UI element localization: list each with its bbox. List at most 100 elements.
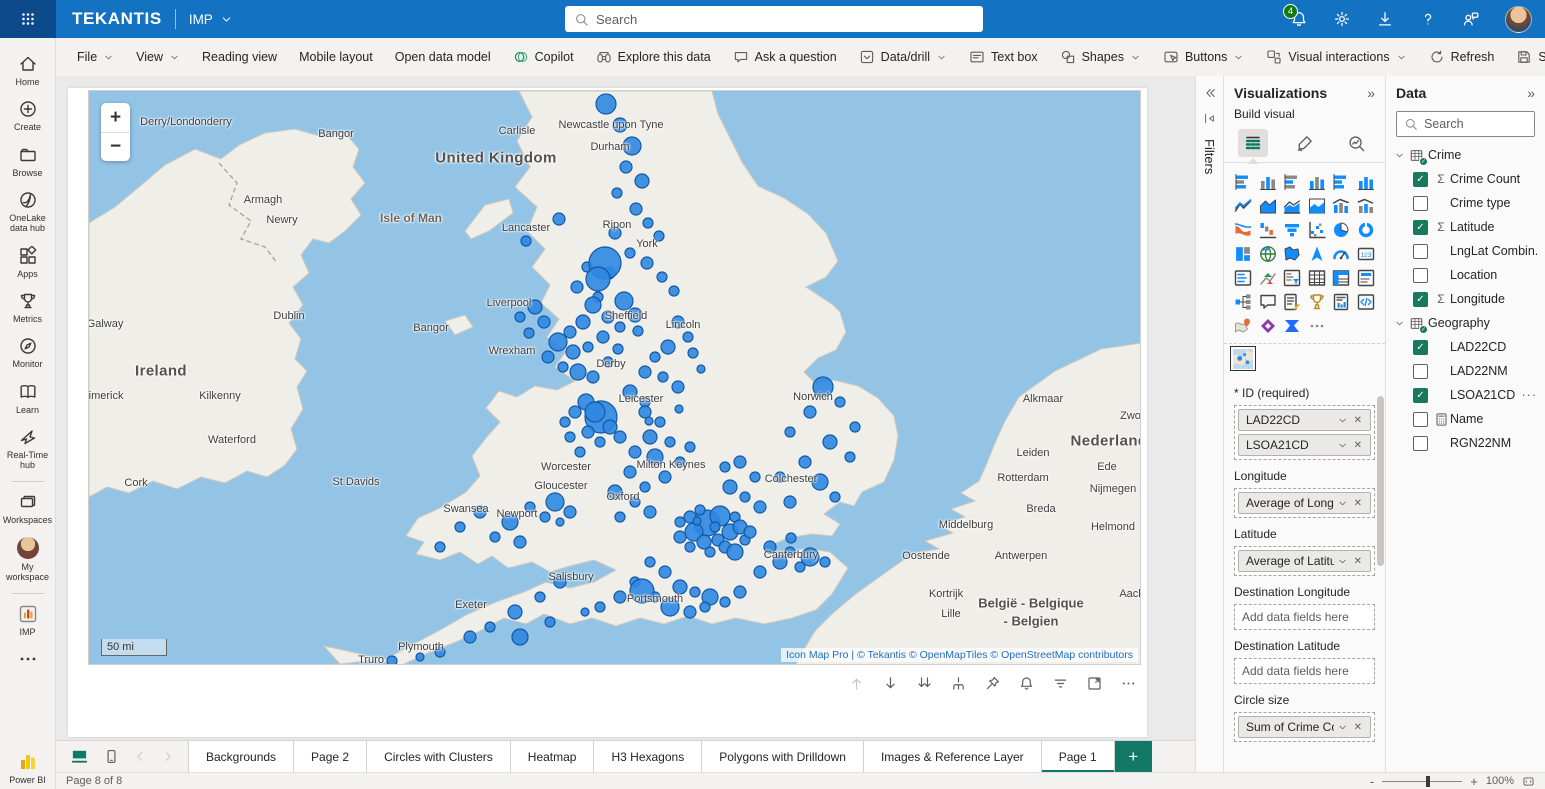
map-bubble[interactable] xyxy=(661,598,679,616)
field-pill[interactable]: Average of Longitude✕ xyxy=(1238,492,1371,514)
map-bubble[interactable] xyxy=(734,456,746,468)
menu-item-buttons[interactable]: Buttons xyxy=(1152,38,1255,76)
field-pill[interactable]: LSOA21CD✕ xyxy=(1238,434,1371,456)
menu-item-data-drill[interactable]: Data/drill xyxy=(848,38,958,76)
pie-chart-visual-icon[interactable] xyxy=(1330,219,1352,240)
field-pill[interactable]: Sum of Crime Count✕ xyxy=(1238,716,1371,738)
build-visual-tab[interactable] xyxy=(1238,129,1268,157)
sidebar-item-imp[interactable]: IMP xyxy=(0,598,55,643)
field-row-crime-count[interactable]: ✓ΣCrime Count xyxy=(1386,167,1545,191)
field-row-lad22cd[interactable]: ✓LAD22CD xyxy=(1386,335,1545,359)
scatter-chart-visual-icon[interactable] xyxy=(1306,219,1328,240)
pin-visual-icon[interactable] xyxy=(984,675,1001,692)
global-search-input[interactable]: Search xyxy=(565,6,983,32)
map-bubble[interactable] xyxy=(654,231,664,241)
menu-item-mobile-layout[interactable]: Mobile layout xyxy=(288,38,384,76)
expand-filters-icon[interactable] xyxy=(1203,86,1217,100)
map-bubble[interactable] xyxy=(750,472,760,482)
field-checkbox[interactable]: ✓ xyxy=(1413,292,1428,307)
zoom-out-button[interactable]: - xyxy=(1370,774,1374,789)
map-bubble[interactable] xyxy=(672,316,684,328)
map-bubble[interactable] xyxy=(720,462,730,472)
page-tab-backgrounds[interactable]: Backgrounds xyxy=(188,741,294,772)
treemap-visual-icon[interactable] xyxy=(1232,243,1254,264)
map-zoom-out-button[interactable]: − xyxy=(101,132,130,161)
map-bubble[interactable] xyxy=(723,480,737,494)
menu-item-open-data-model[interactable]: Open data model xyxy=(384,38,502,76)
field-checkbox[interactable]: ✓ xyxy=(1413,172,1428,187)
funnel-chart-visual-icon[interactable] xyxy=(1281,219,1303,240)
drill-up-icon[interactable] xyxy=(848,675,865,692)
ribbon-chart-visual-icon[interactable] xyxy=(1232,219,1254,240)
map-bubble[interactable] xyxy=(697,365,705,373)
power-automate-visual-icon[interactable] xyxy=(1281,315,1303,336)
zoom-slider-handle[interactable] xyxy=(1426,776,1430,787)
field-pill[interactable]: LAD22CD✕ xyxy=(1238,409,1371,431)
expand-all-icon[interactable] xyxy=(950,675,967,692)
map-bubble[interactable] xyxy=(554,576,566,588)
field-checkbox[interactable] xyxy=(1413,412,1428,427)
map-bubble[interactable] xyxy=(564,506,576,518)
map-bubble[interactable] xyxy=(585,402,605,422)
page-tab-h3-hexagons[interactable]: H3 Hexagons xyxy=(594,741,702,772)
map-bubble[interactable] xyxy=(657,272,667,282)
map-bubble[interactable] xyxy=(675,405,683,413)
map-bubble[interactable] xyxy=(595,437,605,447)
map-bubble[interactable] xyxy=(804,406,816,418)
notifications-icon[interactable]: 4 xyxy=(1290,10,1308,28)
map-bubble[interactable] xyxy=(558,362,568,372)
stacked-column-chart-visual-icon[interactable] xyxy=(1257,171,1279,192)
desktop-view-icon[interactable] xyxy=(70,747,89,766)
line-and-stacked-column-chart-visual-icon[interactable] xyxy=(1330,195,1352,216)
field-row-rgn22nm[interactable]: RGN22NM xyxy=(1386,431,1545,455)
table-row-geography[interactable]: ✓Geography xyxy=(1386,311,1545,335)
map-bubble[interactable] xyxy=(614,431,626,443)
filter-icon[interactable] xyxy=(1052,675,1069,692)
decomposition-tree-visual-icon[interactable] xyxy=(1232,291,1254,312)
map-bubble[interactable] xyxy=(525,502,535,512)
map-bubble[interactable] xyxy=(647,449,663,465)
map-bubble[interactable] xyxy=(673,580,687,594)
map-bubble[interactable] xyxy=(764,541,776,553)
field-row-latitude[interactable]: ✓ΣLatitude xyxy=(1386,215,1545,239)
chevron-down-icon[interactable] xyxy=(1394,150,1405,161)
kpi-visual-icon[interactable] xyxy=(1257,267,1279,288)
table-row-crime[interactable]: ✓Crime xyxy=(1386,143,1545,167)
map-bubble[interactable] xyxy=(630,497,640,507)
map-bubble[interactable] xyxy=(639,366,651,378)
map-bubble[interactable] xyxy=(665,437,675,447)
menu-item-copilot[interactable]: Copilot xyxy=(502,38,585,76)
map-bubble[interactable] xyxy=(565,432,575,442)
map-bubble[interactable] xyxy=(799,456,811,468)
field-well[interactable]: Average of Longitude✕ xyxy=(1234,488,1375,518)
map-bubble[interactable] xyxy=(613,344,623,354)
map-bubble[interactable] xyxy=(734,586,746,598)
workspace-switcher[interactable]: IMP xyxy=(189,12,233,27)
map-bubble[interactable] xyxy=(645,417,653,425)
map-bubble[interactable] xyxy=(538,316,550,328)
pin-pane-icon[interactable] xyxy=(1203,112,1216,125)
map-bubble[interactable] xyxy=(685,442,695,452)
map-bubble[interactable] xyxy=(754,501,766,513)
field-well[interactable]: LAD22CD✕ LSOA21CD✕ xyxy=(1234,405,1375,460)
map-bubble[interactable] xyxy=(490,532,500,542)
map-bubble[interactable] xyxy=(583,342,593,352)
map-bubble[interactable] xyxy=(629,446,641,458)
menu-item-visual-interactions[interactable]: Visual interactions xyxy=(1255,38,1417,76)
menu-item-shapes[interactable]: Shapes xyxy=(1049,38,1152,76)
map-bubble[interactable] xyxy=(549,333,567,351)
icon-map-pro-visual[interactable]: Derry/LondonderryCarlisleNewcastle upon … xyxy=(88,90,1141,665)
fit-to-page-icon[interactable] xyxy=(1522,775,1535,788)
analytics-tab[interactable] xyxy=(1341,129,1371,157)
field-row-lad22nm[interactable]: LAD22NM xyxy=(1386,359,1545,383)
card-visual-icon[interactable]: 123 xyxy=(1355,243,1377,264)
map-bubble[interactable] xyxy=(586,267,610,291)
remove-field-icon[interactable]: ✕ xyxy=(1351,722,1365,733)
map-bubble[interactable] xyxy=(570,364,586,380)
field-pill[interactable]: Average of Latitude✕ xyxy=(1238,550,1371,572)
icon-map-pro-visual-icon[interactable] xyxy=(1232,348,1254,369)
field-row-crime-type[interactable]: Crime type xyxy=(1386,191,1545,215)
map-bubble[interactable] xyxy=(613,118,627,132)
chevron-down-icon[interactable] xyxy=(1334,440,1351,451)
map-visual-icon[interactable] xyxy=(1257,243,1279,264)
